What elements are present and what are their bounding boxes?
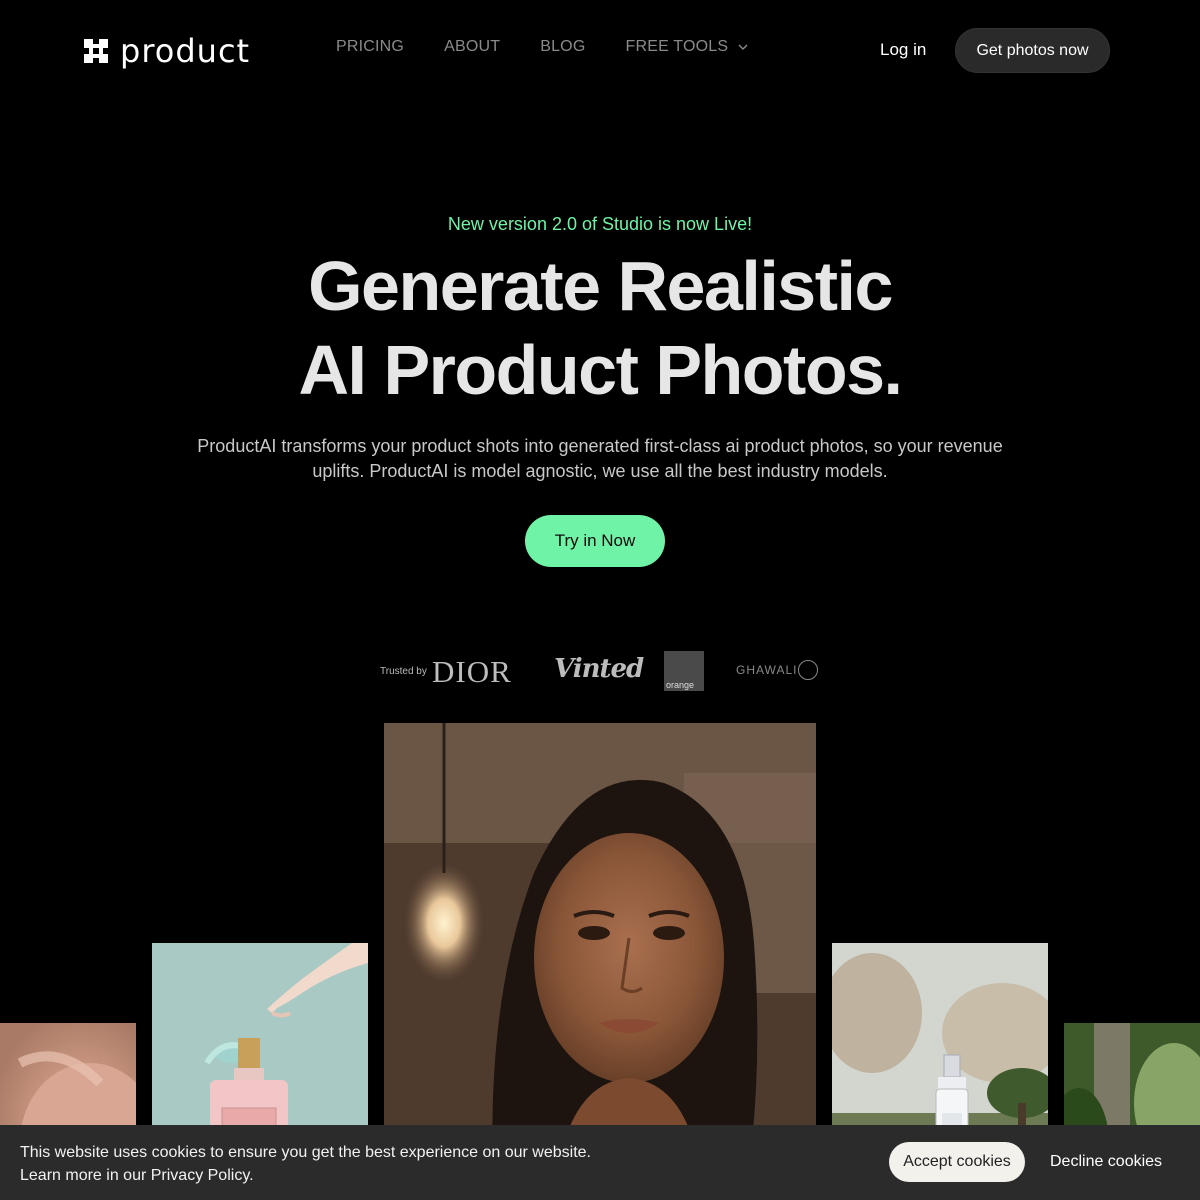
- hero-headline-line1: Generate Realistic: [308, 247, 893, 325]
- header: product PRICING ABOUT BLOG FREE TOOLS Lo…: [0, 0, 1200, 100]
- privacy-policy-link[interactable]: Learn more in our Privacy Policy.: [20, 1167, 254, 1184]
- cookie-banner: This website uses cookies to ensure you …: [0, 1125, 1200, 1200]
- get-photos-button[interactable]: Get photos now: [955, 28, 1110, 73]
- cookie-message: This website uses cookies to ensure you …: [20, 1141, 591, 1187]
- hero-headline: Generate Realistic AI Product Photos.: [0, 244, 1200, 412]
- login-link[interactable]: Log in: [880, 40, 926, 60]
- nav-item-blog[interactable]: BLOG: [540, 38, 585, 56]
- nav-item-free-tools-label: FREE TOOLS: [625, 38, 729, 55]
- ghawali-logo: GHAWALI: [736, 663, 798, 677]
- nav-item-free-tools[interactable]: FREE TOOLS: [625, 38, 748, 56]
- try-now-button[interactable]: Try in Now: [525, 515, 665, 567]
- logo-link[interactable]: product: [80, 32, 250, 70]
- chevron-down-icon: [738, 44, 748, 50]
- decline-cookies-button[interactable]: Decline cookies: [1050, 1153, 1162, 1171]
- announcement-text[interactable]: New version 2.0 of Studio is now Live!: [0, 214, 1200, 235]
- page: product PRICING ABOUT BLOG FREE TOOLS Lo…: [0, 0, 1200, 1200]
- nav-item-pricing[interactable]: PRICING: [336, 38, 404, 56]
- product-logo-icon: [84, 39, 108, 63]
- dior-logo: DIOR: [432, 654, 512, 689]
- trusted-label: Trusted by: [380, 666, 427, 677]
- vinted-logo: Vinted: [554, 654, 644, 684]
- hero-headline-line2: AI Product Photos.: [298, 331, 904, 409]
- cookie-message-line1: This website uses cookies to ensure you …: [20, 1144, 591, 1161]
- orange-logo: orange: [664, 651, 704, 691]
- logo-text: product: [120, 32, 251, 70]
- ghawali-emblem-icon: [798, 660, 818, 680]
- nav-item-about[interactable]: ABOUT: [444, 38, 500, 56]
- main-nav: PRICING ABOUT BLOG FREE TOOLS: [336, 38, 788, 56]
- accept-cookies-button[interactable]: Accept cookies: [889, 1142, 1025, 1182]
- trusted-logos: Trusted by DIOR Vinted orange GHAWALI: [378, 650, 828, 692]
- hero-subcopy: ProductAI transforms your product shots …: [197, 436, 1003, 481]
- orange-logo-text: orange: [666, 680, 695, 690]
